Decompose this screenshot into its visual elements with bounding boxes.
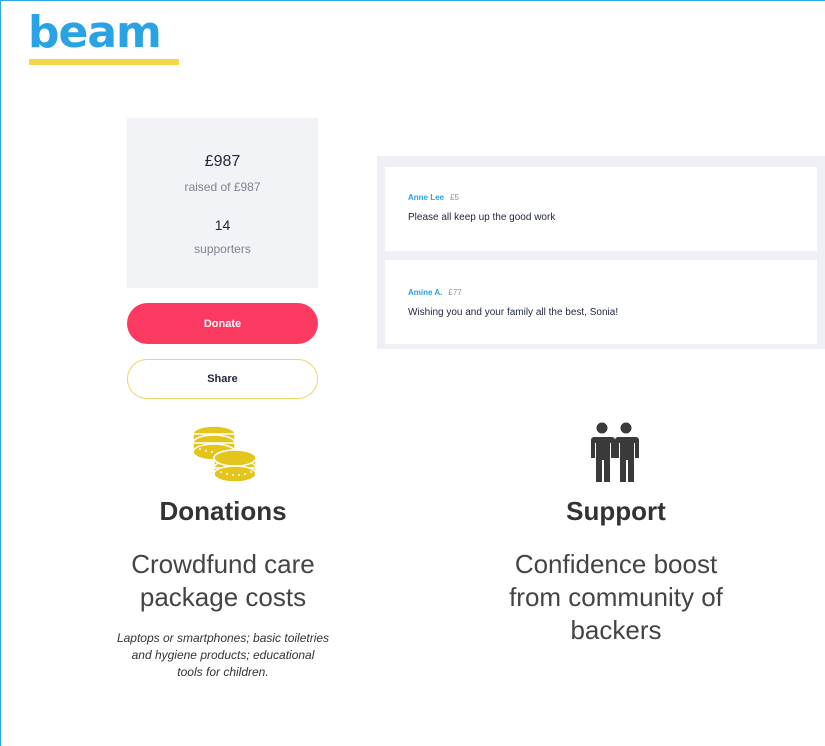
note-line: and hygiene products; educational <box>131 648 315 662</box>
message-text: Please all keep up the good work <box>408 212 556 223</box>
description-line: Confidence boost <box>514 549 718 579</box>
message-header: Anne Lee £5 <box>408 193 459 202</box>
coins-icon <box>190 424 260 484</box>
message-card: Anne Lee £5 Please all keep up the good w… <box>385 167 817 251</box>
raised-of-text: raised of £987 <box>184 180 261 194</box>
description-line: package costs <box>139 582 307 612</box>
feature-title-support: Support <box>566 496 666 526</box>
feature-note-donations: Laptops or smartphones; basic toiletries… <box>73 630 373 681</box>
note-line: Laptops or smartphones; basic toiletries <box>116 631 330 645</box>
logo-wordmark: beam <box>28 7 162 58</box>
share-button[interactable]: Share <box>127 359 318 399</box>
supporter-count: 14 <box>214 217 231 233</box>
supporter-name: Anne Lee <box>408 193 445 202</box>
donation-amount: £77 <box>448 288 462 297</box>
supporter-messages: Anne Lee £5 Please all keep up the good w… <box>377 156 825 349</box>
feature-description-support: Confidence boost from community of backe… <box>466 548 766 647</box>
supporters-label: supporters <box>194 242 251 256</box>
message-header: Amine A. £77 <box>408 288 462 297</box>
beam-logo[interactable]: beam <box>28 7 180 66</box>
feature-title-donations: Donations <box>159 496 287 526</box>
message-card: Amine A. £77 Wishing you and your family … <box>385 260 817 344</box>
logo-underline <box>29 59 179 65</box>
campaign-stats-card: £987 raised of £987 14 supporters <box>127 118 318 288</box>
supporter-name: Amine A. <box>408 288 443 297</box>
people-icon <box>588 422 642 484</box>
description-line: from community of <box>509 582 723 612</box>
donate-button[interactable]: Donate <box>127 303 318 344</box>
raised-amount: £987 <box>204 153 241 170</box>
message-text: Wishing you and your family all the best… <box>408 307 619 318</box>
description-line: backers <box>570 615 662 645</box>
note-line: tools for children. <box>177 665 269 679</box>
description-line: Crowdfund care <box>131 549 315 579</box>
feature-description-donations: Crowdfund care package costs <box>73 548 373 614</box>
donation-amount: £5 <box>450 193 459 202</box>
